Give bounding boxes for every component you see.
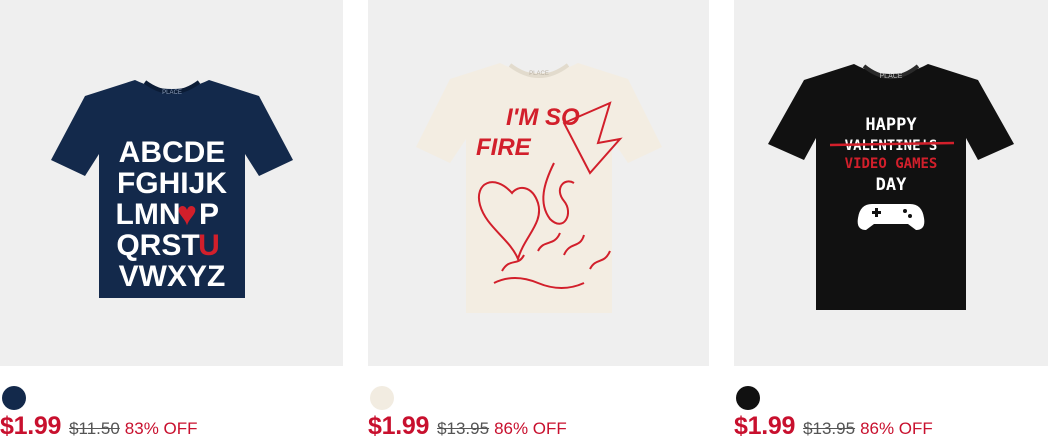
- sale-price: $1.99: [368, 412, 430, 440]
- print-line: DAY: [876, 175, 907, 195]
- tshirt-dragon-graphic: PLACE I'M SO FIRE: [415, 63, 662, 313]
- product-image[interactable]: PLACE ABCDE FGHIJK LMN P QRST U VWXYZ ♥: [0, 0, 343, 366]
- price-row: $1.99 $13.95 86% OFF: [368, 412, 567, 441]
- neck-label: PLACE: [880, 73, 903, 80]
- print-line: VALENTINE'S: [845, 138, 938, 154]
- print-line: FGHIJK: [116, 167, 226, 200]
- print-line: P: [198, 198, 218, 231]
- heart-icon: ♥: [176, 195, 196, 233]
- color-swatch[interactable]: [736, 386, 760, 410]
- print-line: VWXYZ: [118, 260, 225, 293]
- print-line: VIDEO GAMES: [845, 156, 938, 172]
- original-price: $13.95: [803, 419, 856, 438]
- neck-label: PLACE: [529, 71, 549, 77]
- product-image[interactable]: PLACE I'M SO FIRE: [368, 0, 709, 366]
- product-image[interactable]: PLACE HAPPY VALENTINE'S VIDEO GAMES DAY: [734, 0, 1048, 366]
- tshirt-video-games-graphic: PLACE HAPPY VALENTINE'S VIDEO GAMES DAY: [768, 64, 1014, 310]
- original-price: $11.50: [69, 419, 120, 438]
- print-line: ABCDE: [118, 136, 225, 169]
- color-swatch[interactable]: [2, 386, 26, 410]
- original-price: $13.95: [437, 419, 490, 438]
- price-row: $1.99 $11.50 83% OFF: [0, 412, 198, 441]
- tshirt-abc-graphic: PLACE ABCDE FGHIJK LMN P QRST U VWXYZ ♥: [50, 80, 293, 298]
- print-line: I'M SO: [506, 104, 580, 131]
- discount-label: 86% OFF: [860, 419, 933, 438]
- sale-price: $1.99: [734, 412, 796, 440]
- sale-price: $1.99: [0, 412, 62, 440]
- print-line: HAPPY: [865, 115, 917, 135]
- print-line: FIRE: [476, 134, 532, 161]
- price-row: $1.99 $13.95 86% OFF: [734, 412, 933, 441]
- discount-label: 83% OFF: [124, 419, 198, 438]
- product-card[interactable]: PLACE HAPPY VALENTINE'S VIDEO GAMES DAY …: [734, 0, 1048, 441]
- neck-label: PLACE: [162, 90, 182, 96]
- discount-label: 86% OFF: [494, 419, 567, 438]
- product-card[interactable]: PLACE ABCDE FGHIJK LMN P QRST U VWXYZ ♥ …: [0, 0, 343, 441]
- color-swatch[interactable]: [370, 386, 394, 410]
- product-card[interactable]: PLACE I'M SO FIRE $1.99 $13.95 86% OFF: [368, 0, 709, 441]
- print-line: QRST: [116, 229, 199, 262]
- print-line: LMN: [115, 198, 180, 231]
- print-line: U: [198, 229, 220, 262]
